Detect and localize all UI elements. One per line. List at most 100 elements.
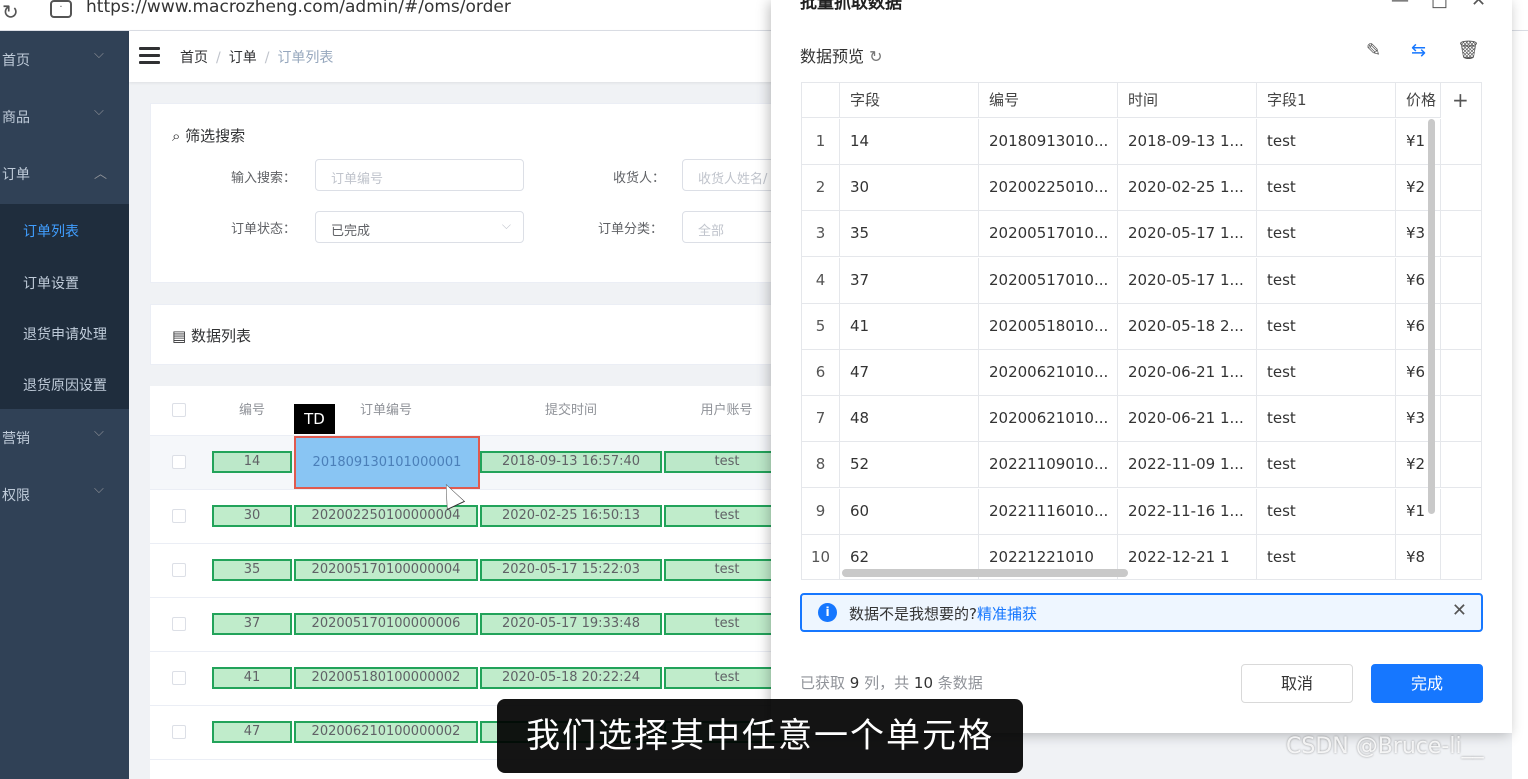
grid-cell-index[interactable]: 2 (802, 165, 840, 212)
grid-cell-index[interactable]: 7 (802, 396, 840, 443)
row-checkbox[interactable] (172, 563, 186, 577)
grid-header-field[interactable]: 字段 (840, 83, 979, 118)
grid-cell-index[interactable]: 3 (802, 211, 840, 258)
row-checkbox[interactable] (172, 671, 186, 685)
row-checkbox[interactable] (172, 725, 186, 739)
precise-capture-link[interactable]: 精准捕获 (977, 605, 1037, 623)
cell-id[interactable]: 47 (212, 721, 292, 743)
cell-time[interactable]: 2020-02-25 16:50:13 (480, 505, 662, 527)
reload-icon[interactable]: ↻ (2, 0, 19, 24)
row-checkbox[interactable] (172, 509, 186, 523)
grid-cell-time[interactable]: 2020-05-18 2... (1118, 303, 1257, 350)
export-icon[interactable]: ⇆ (1411, 40, 1426, 61)
grid-cell-field1[interactable]: test (1257, 257, 1396, 304)
grid-cell-id[interactable]: 20200517010... (979, 257, 1118, 304)
horizontal-scrollbar[interactable] (842, 569, 1128, 577)
trash-icon[interactable]: 🗑 (1457, 40, 1480, 61)
grid-cell-field1[interactable]: test (1257, 350, 1396, 396)
cancel-button[interactable]: 取消 (1241, 664, 1353, 703)
close-icon[interactable]: ✕ (1452, 600, 1467, 621)
grid-cell-field1[interactable]: test (1257, 534, 1396, 579)
grid-cell-index[interactable]: 6 (802, 350, 840, 396)
cell-id[interactable]: 30 (212, 505, 292, 527)
grid-cell-id[interactable]: 20221109010... (979, 442, 1118, 489)
grid-cell-field[interactable]: 41 (840, 303, 979, 350)
grid-cell-field1[interactable]: test (1257, 165, 1396, 212)
grid-cell-field[interactable]: 30 (840, 165, 979, 212)
grid-cell-time[interactable]: 2020-06-21 1... (1118, 350, 1257, 396)
menu-order[interactable]: 订单 ︿ (0, 145, 129, 202)
select-all-checkbox[interactable] (172, 403, 186, 417)
add-column-icon[interactable]: + (1452, 83, 1469, 117)
submenu-return-apply[interactable]: 退货申请处理 (0, 307, 129, 358)
grid-cell-time[interactable]: 2020-02-25 1... (1118, 165, 1257, 212)
grid-header-field1[interactable]: 字段1 (1257, 83, 1396, 118)
edit-icon[interactable]: ✎ (1366, 40, 1381, 61)
vertical-scrollbar[interactable] (1428, 119, 1435, 514)
grid-cell-time[interactable]: 2020-05-17 1... (1118, 211, 1257, 258)
grid-cell-field[interactable]: 37 (840, 257, 979, 304)
grid-header-id[interactable]: 编号 (979, 83, 1118, 118)
url-text[interactable]: https://www.macrozheng.com/admin/#/oms/o… (86, 0, 511, 17)
grid-cell-time[interactable]: 2020-05-17 1... (1118, 257, 1257, 304)
cell-order-no[interactable]: 202005180100000002 (294, 667, 478, 689)
status-select[interactable]: 已完成 ⌵ (315, 211, 524, 243)
cell-time[interactable]: 2020-05-18 20:22:24 (480, 667, 662, 689)
submenu-return-reason[interactable]: 退货原因设置 (0, 358, 129, 409)
grid-header-price[interactable]: 价格 (1396, 83, 1441, 118)
grid-cell-field[interactable]: 35 (840, 211, 979, 258)
grid-cell-id[interactable]: 20200225010... (979, 165, 1118, 212)
submenu-order-list[interactable]: 订单列表 (0, 204, 129, 255)
cell-order-no[interactable]: 202005170100000006 (294, 613, 478, 635)
grid-cell-index[interactable]: 1 (802, 119, 840, 165)
grid-cell-index[interactable]: 10 (802, 534, 840, 579)
grid-cell-field1[interactable]: test (1257, 396, 1396, 443)
grid-cell-id[interactable]: 20200621010... (979, 350, 1118, 396)
refresh-icon[interactable]: ↻ (869, 47, 882, 66)
breadcrumb-section[interactable]: 订单 (229, 50, 257, 66)
grid-cell-field[interactable]: 47 (840, 350, 979, 396)
menu-permission[interactable]: 权限 ⌵ (0, 466, 129, 523)
hamburger-menu-icon[interactable] (139, 47, 160, 64)
maximize-icon[interactable]: □ (1431, 0, 1448, 11)
grid-cell-time[interactable]: 2018-09-13 1... (1118, 119, 1257, 165)
grid-cell-id[interactable]: 20200517010... (979, 211, 1118, 258)
grid-cell-id[interactable]: 20200518010... (979, 303, 1118, 350)
grid-cell-index[interactable]: 8 (802, 442, 840, 489)
grid-cell-time[interactable]: 2020-06-21 1... (1118, 396, 1257, 443)
grid-cell-field[interactable]: 60 (840, 488, 979, 535)
grid-cell-field1[interactable]: test (1257, 488, 1396, 535)
cell-id[interactable]: 35 (212, 559, 292, 581)
order-no-input[interactable]: 订单编号 (315, 159, 524, 191)
close-icon[interactable]: ✕ (1471, 0, 1486, 11)
grid-cell-index[interactable]: 5 (802, 303, 840, 350)
cell-id[interactable]: 37 (212, 613, 292, 635)
grid-header-time[interactable]: 时间 (1118, 83, 1257, 118)
grid-cell-index[interactable]: 4 (802, 257, 840, 304)
breadcrumb-home[interactable]: 首页 (180, 50, 208, 66)
grid-cell-id[interactable]: 20180913010... (979, 119, 1118, 165)
cell-order-no[interactable]: 202006210100000002 (294, 721, 478, 743)
cell-time[interactable]: 2018-09-13 16:57:40 (480, 451, 662, 473)
grid-cell-time[interactable]: 2022-12-21 1 (1118, 534, 1257, 579)
minimize-icon[interactable]: — (1391, 0, 1409, 11)
cell-time[interactable]: 2020-05-17 19:33:48 (480, 613, 662, 635)
cell-id[interactable]: 14 (212, 451, 292, 473)
row-checkbox[interactable] (172, 455, 186, 469)
menu-marketing[interactable]: 营销 ⌵ (0, 409, 129, 466)
grid-cell-field1[interactable]: test (1257, 442, 1396, 489)
cell-order-no[interactable]: 202005170100000004 (294, 559, 478, 581)
grid-cell-field1[interactable]: test (1257, 119, 1396, 165)
row-checkbox[interactable] (172, 617, 186, 631)
grid-cell-time[interactable]: 2022-11-16 1... (1118, 488, 1257, 535)
grid-cell-field[interactable]: 14 (840, 119, 979, 165)
submenu-order-settings[interactable]: 订单设置 (0, 256, 129, 307)
grid-cell-index[interactable]: 9 (802, 488, 840, 535)
grid-cell-field[interactable]: 48 (840, 396, 979, 443)
grid-cell-field1[interactable]: test (1257, 211, 1396, 258)
grid-cell-price[interactable]: ¥8 (1396, 534, 1441, 579)
site-info-icon[interactable]: · (50, 0, 72, 18)
cell-id[interactable]: 41 (212, 667, 292, 689)
menu-product[interactable]: 商品 ⌵ (0, 88, 129, 145)
grid-cell-id[interactable]: 20200621010... (979, 396, 1118, 443)
